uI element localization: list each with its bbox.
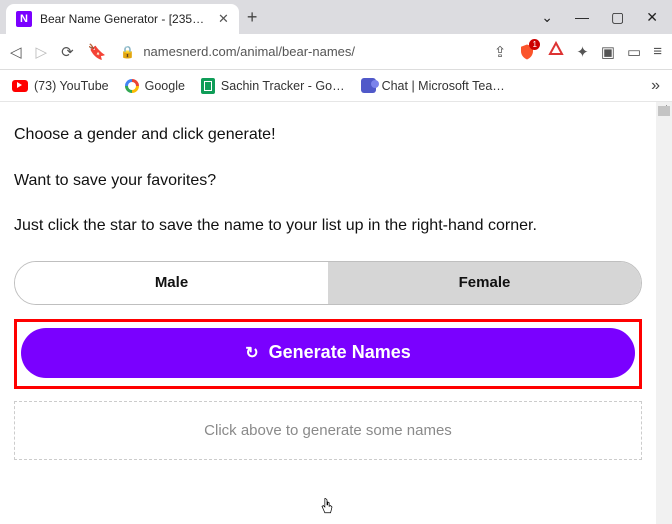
bookmarks-bar: (73) YouTube Google Sachin Tracker - Go…… — [0, 70, 672, 102]
gender-option-female[interactable]: Female — [328, 262, 641, 304]
window-maximize-icon[interactable]: ▢ — [611, 9, 624, 26]
address-bar[interactable]: 🔒 namesnerd.com/animal/bear-names/ — [120, 44, 479, 59]
new-tab-button[interactable]: + — [247, 7, 258, 28]
bookmark-icon[interactable]: 🔖 — [88, 43, 107, 61]
bookmarks-overflow-icon[interactable]: » — [651, 77, 660, 95]
intro-text-1: Choose a gender and click generate! — [14, 124, 642, 146]
tab-title: Bear Name Generator - [235+ am… — [40, 12, 210, 26]
scrollbar-thumb[interactable] — [658, 106, 670, 116]
google-icon — [125, 79, 139, 93]
tab-close-icon[interactable]: ✕ — [218, 11, 229, 27]
triangle-icon[interactable] — [548, 41, 564, 62]
bookmark-sheets[interactable]: Sachin Tracker - Go… — [201, 78, 345, 94]
lock-icon: 🔒 — [120, 45, 135, 59]
generate-label: Generate Names — [269, 342, 411, 363]
browser-tab[interactable]: N Bear Name Generator - [235+ am… ✕ — [6, 4, 239, 34]
generate-names-button[interactable]: ↻ Generate Names — [21, 328, 635, 378]
bookmark-label: Chat | Microsoft Tea… — [382, 79, 505, 93]
wallet-icon[interactable]: ▭ — [627, 43, 641, 61]
menu-icon[interactable]: ≡ — [653, 43, 662, 60]
refresh-icon: ↻ — [245, 343, 258, 363]
bookmark-label: Google — [145, 79, 185, 93]
back-button[interactable]: ◁ — [10, 43, 22, 61]
intro-text-2: Want to save your favorites? — [14, 170, 642, 192]
site-favicon: N — [16, 11, 32, 27]
url-text: namesnerd.com/animal/bear-names/ — [143, 44, 355, 59]
window-dropdown-icon[interactable]: ⌄ — [541, 9, 553, 26]
bookmark-google[interactable]: Google — [125, 79, 185, 93]
intro-text-3: Just click the star to save the name to … — [14, 215, 642, 237]
bookmark-label: (73) YouTube — [34, 79, 109, 93]
gender-toggle: Male Female — [14, 261, 642, 305]
gender-option-male[interactable]: Male — [15, 262, 328, 304]
sheets-icon — [201, 78, 215, 94]
titlebar: N Bear Name Generator - [235+ am… ✕ + ⌄ … — [0, 0, 672, 34]
brave-shield-icon[interactable]: 1 — [518, 43, 536, 61]
reload-button[interactable]: ⟳ — [61, 43, 74, 61]
bookmark-teams[interactable]: Chat | Microsoft Tea… — [361, 78, 505, 93]
scrollbar-track[interactable]: ▴ — [656, 102, 672, 524]
youtube-icon — [12, 80, 28, 92]
window-minimize-icon[interactable]: — — [575, 9, 589, 25]
generate-highlight-box: ↻ Generate Names — [14, 319, 642, 389]
shield-badge: 1 — [529, 39, 540, 50]
page-viewport: ▴ Choose a gender and click generate! Wa… — [0, 102, 672, 524]
results-placeholder: Click above to generate some names — [14, 401, 642, 460]
window-close-icon[interactable]: ✕ — [646, 9, 658, 26]
teams-icon — [361, 78, 376, 93]
browser-toolbar: ◁ ▷ ⟳ 🔖 🔒 namesnerd.com/animal/bear-name… — [0, 34, 672, 70]
forward-button: ▷ — [36, 43, 48, 61]
bookmark-youtube[interactable]: (73) YouTube — [12, 79, 109, 93]
extensions-icon[interactable]: ✦ — [576, 43, 589, 61]
bookmark-label: Sachin Tracker - Go… — [221, 79, 345, 93]
profile-icon[interactable]: ▣ — [601, 43, 615, 61]
share-icon[interactable]: ⇪ — [494, 43, 507, 61]
